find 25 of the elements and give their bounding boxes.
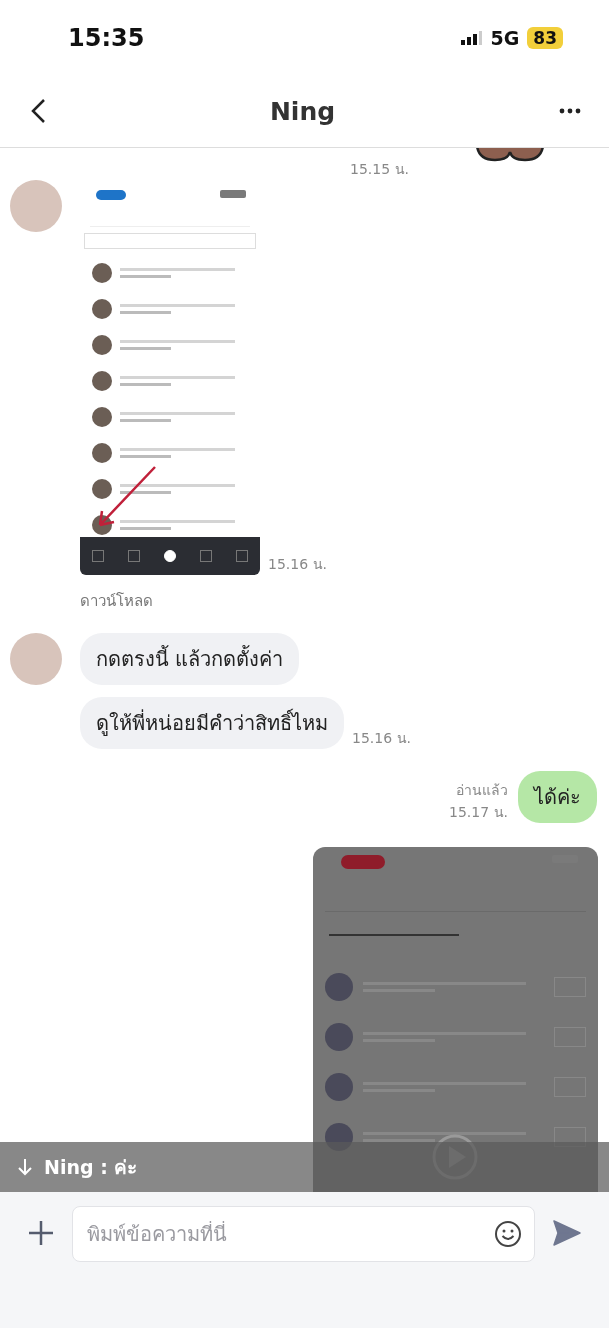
message-time: 15.15 น. [350, 160, 409, 179]
plus-icon[interactable] [28, 1220, 54, 1246]
message-bubble: กดตรงนี้ แล้วกดตั้งค่า [80, 633, 300, 685]
message-time: 15.16 น. [268, 555, 327, 574]
signal-icon [460, 30, 483, 45]
read-receipt: อ่านแล้ว [456, 781, 508, 800]
back-icon[interactable] [30, 98, 46, 124]
more-icon[interactable] [559, 108, 581, 114]
chat-title: Ning [269, 96, 336, 126]
message-time: 15.17 น. [449, 803, 508, 822]
down-arrow-icon [18, 1158, 32, 1176]
battery-level: 83 [527, 26, 563, 49]
new-message-preview: Ning : ค่ะ [44, 1155, 138, 1180]
network-label: 5G [490, 26, 520, 49]
message-field[interactable]: พิมพ์ข้อความที่นี่ [72, 1206, 535, 1262]
message-time: 15.16 น. [352, 729, 411, 748]
sticker-drawing [475, 148, 545, 162]
send-icon[interactable] [553, 1220, 581, 1246]
emoji-icon[interactable] [494, 1220, 522, 1248]
message-input-field[interactable]: พิมพ์ข้อความที่นี่ [85, 1221, 494, 1247]
new-message-toast[interactable]: Ning : ค่ะ [0, 1142, 609, 1192]
message-bubble: ดูให้พี่หน่อยมีคำว่าสิทธิ์ไหม [80, 697, 344, 749]
message-bubble: ได้ค่ะ [518, 771, 597, 823]
status-time: 15:35 [68, 23, 145, 52]
download-link[interactable]: ดาวน์โหลด [80, 589, 327, 613]
